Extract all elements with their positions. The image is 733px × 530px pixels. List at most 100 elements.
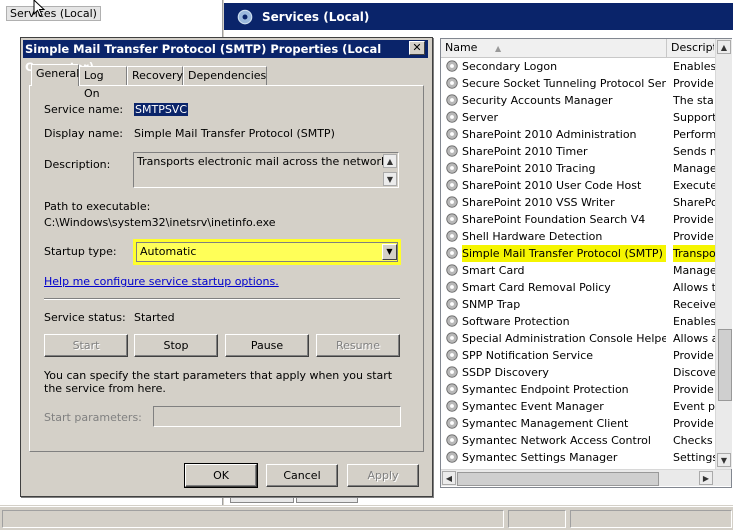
gear-icon — [446, 162, 458, 174]
help-link[interactable]: Help me configure service startup option… — [44, 275, 279, 288]
list-row[interactable]: SPP Notification Service Provide — [441, 347, 715, 364]
service-description: Provide — [673, 383, 714, 396]
services-list[interactable]: Name ▲ Descripti Secondary LogonEnablesS… — [440, 38, 732, 488]
start-params-input[interactable] — [153, 406, 401, 427]
list-row[interactable]: SharePoint Foundation Search V4 Provide — [441, 211, 715, 228]
service-description: Perform — [673, 128, 715, 141]
dialog-title-bar[interactable]: Simple Mail Transfer Protocol (SMTP) Pro… — [23, 40, 428, 74]
close-button[interactable]: ✕ — [409, 41, 425, 55]
list-row[interactable]: Symantec Endpoint Protection Provide — [441, 381, 715, 398]
list-row[interactable]: Software Protection Enables — [441, 313, 715, 330]
stop-button[interactable]: Stop — [134, 334, 218, 357]
gear-icon — [446, 281, 458, 293]
chevron-down-icon[interactable]: ▼ — [382, 244, 397, 260]
tab-log-on[interactable]: Log On — [79, 66, 127, 100]
list-row[interactable]: Simple Mail Transfer Protocol (SMTP) Tran… — [441, 245, 715, 262]
start-button[interactable]: Start — [44, 334, 128, 357]
gear-icon — [446, 230, 458, 242]
tree-item-services-local[interactable]: Services (Local) — [6, 4, 101, 22]
scroll-up-icon[interactable]: ▲ — [383, 154, 397, 168]
gear-icon — [446, 349, 458, 361]
scroll-left-icon[interactable]: ◀ — [442, 471, 456, 485]
service-description: Provide — [673, 230, 714, 243]
divider — [44, 298, 400, 300]
service-name: SharePoint 2010 Timer — [462, 145, 588, 158]
list-row[interactable]: Secure Socket Tunneling Protocol Service… — [441, 75, 715, 92]
sort-ascending-icon: ▲ — [494, 44, 502, 53]
list-row[interactable]: SharePoint 2010 User Code Host Execute — [441, 177, 715, 194]
tab-dependencies[interactable]: Dependencies — [183, 66, 267, 85]
list-row[interactable]: Symantec Event Manager Event p — [441, 398, 715, 415]
service-description: Allows t — [673, 281, 715, 294]
service-name: SharePoint 2010 User Code Host — [462, 179, 642, 192]
service-name: SharePoint 2010 VSS Writer — [462, 196, 615, 209]
list-row[interactable]: Server Support — [441, 109, 715, 126]
list-row[interactable]: Special Administration Console Helper All… — [441, 330, 715, 347]
service-name: Secure Socket Tunneling Protocol Service — [462, 77, 666, 90]
vertical-scrollbar[interactable]: ▲ ▼ — [715, 39, 732, 469]
service-name: Shell Hardware Detection — [462, 230, 603, 243]
description-box[interactable]: Transports electronic mail across the ne… — [133, 152, 399, 188]
path-value: C:\Windows\system32\inetsrv\inetinfo.exe — [44, 216, 276, 229]
list-row[interactable]: Shell Hardware Detection Provide — [441, 228, 715, 245]
gear-icon — [446, 383, 458, 395]
service-description: Enables — [673, 315, 715, 328]
startup-type-field[interactable]: Automatic ▼ — [136, 242, 398, 262]
gear-icon — [446, 400, 458, 412]
startup-type-value: Automatic — [140, 245, 197, 258]
gear-icon — [446, 247, 458, 259]
service-description: Receive — [673, 298, 715, 311]
startup-type-select[interactable]: Automatic ▼ — [133, 239, 401, 265]
service-name: Server — [462, 111, 499, 124]
display-name-label: Display name: — [44, 127, 123, 140]
list-row[interactable]: SharePoint 2010 Timer Sends n — [441, 143, 715, 160]
column-name-label: Name — [445, 41, 478, 54]
list-row[interactable]: Secondary Logon Enables — [441, 58, 715, 75]
gear-icon — [446, 366, 458, 378]
list-row[interactable]: SNMP Trap Receive — [441, 296, 715, 313]
service-name: Smart Card Removal Policy — [462, 281, 611, 294]
apply-button[interactable]: Apply — [347, 464, 419, 487]
mouse-cursor-icon — [33, 0, 46, 17]
list-row[interactable]: SSDP Discovery Discove — [441, 364, 715, 381]
list-row[interactable]: SharePoint 2010 Tracing Manage — [441, 160, 715, 177]
column-header-description[interactable]: Descripti — [668, 39, 714, 57]
scroll-thumb[interactable] — [718, 329, 732, 401]
display-name-value[interactable]: Simple Mail Transfer Protocol (SMTP) — [134, 127, 335, 140]
scroll-right-icon[interactable]: ▶ — [699, 471, 713, 485]
service-name-value[interactable]: SMTPSVC — [134, 103, 189, 116]
list-row[interactable]: SharePoint 2010 Administration Perform — [441, 126, 715, 143]
description-scrollbar[interactable]: ▲ ▼ — [383, 154, 397, 186]
tab-recovery[interactable]: Recovery — [127, 66, 183, 85]
service-description: Transpo — [673, 245, 715, 262]
list-row[interactable]: Security Accounts Manager The sta — [441, 92, 715, 109]
properties-dialog: Simple Mail Transfer Protocol (SMTP) Pro… — [20, 37, 433, 497]
service-name: Smart Card — [462, 264, 525, 277]
list-row[interactable]: SharePoint 2010 VSS Writer SharePo — [441, 194, 715, 211]
list-row[interactable]: Symantec Management Client Provide — [441, 415, 715, 432]
resume-button[interactable]: Resume — [316, 334, 400, 357]
pause-button[interactable]: Pause — [225, 334, 309, 357]
list-row[interactable]: Symantec Settings Manager Settings — [441, 449, 715, 466]
horizontal-scrollbar[interactable]: ◀ ▶ — [441, 469, 731, 486]
list-row[interactable]: Symantec Network Access Control Checks — [441, 432, 715, 449]
hscroll-thumb[interactable] — [457, 472, 659, 486]
tab-general[interactable]: General — [31, 64, 79, 86]
column-header-name[interactable]: Name ▲ — [441, 39, 667, 57]
scroll-up-icon[interactable]: ▲ — [717, 40, 731, 54]
scroll-down-icon[interactable]: ▼ — [717, 453, 731, 467]
pane-header-title: Services (Local) — [262, 9, 370, 24]
service-name: SharePoint 2010 Tracing — [462, 162, 596, 175]
service-name-label: Service name: — [44, 103, 124, 116]
gear-icon — [446, 60, 458, 72]
gear-icon — [446, 315, 458, 327]
list-row[interactable]: Smart Card Removal Policy Allows t — [441, 279, 715, 296]
service-description: Checks — [673, 434, 713, 447]
service-name: SharePoint Foundation Search V4 — [462, 213, 646, 226]
gear-icon — [446, 451, 458, 463]
scroll-down-icon[interactable]: ▼ — [383, 172, 397, 186]
cancel-button[interactable]: Cancel — [266, 464, 338, 487]
ok-button[interactable]: OK — [184, 463, 258, 488]
list-row[interactable]: Smart Card Manage — [441, 262, 715, 279]
gear-icon — [446, 77, 458, 89]
